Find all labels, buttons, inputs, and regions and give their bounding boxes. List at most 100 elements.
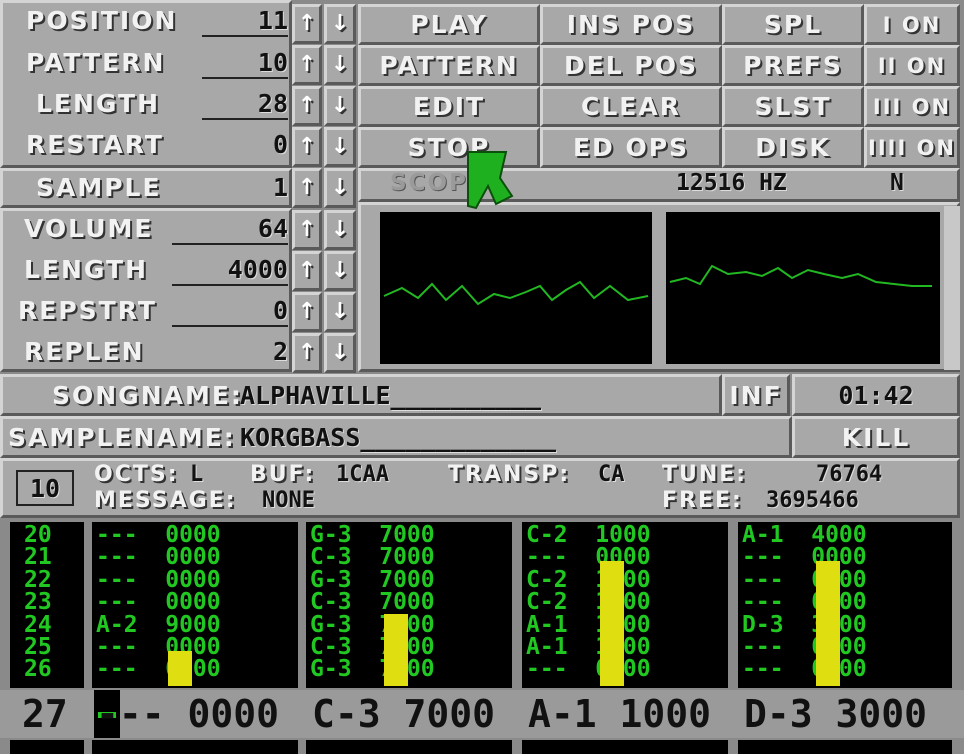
restart-value[interactable]: 0 [202, 130, 288, 159]
channel-1-track[interactable]: --- 0000 --- 0000 --- 0000 --- 0000 A-2 … [92, 522, 298, 688]
row-numbers: 20 21 22 23 24 25 26 [24, 522, 52, 683]
length-value[interactable]: 28 [202, 89, 288, 120]
spl-button[interactable]: SPL [722, 4, 864, 45]
pattern-button[interactable]: PATTERN [358, 45, 540, 86]
restart-up-arrow-icon[interactable]: ↑ [292, 127, 322, 167]
pattern-down-arrow-icon[interactable]: ↓ [324, 45, 356, 85]
scope-frequency: 12516 HZ [676, 170, 787, 196]
songname-label: SONGNAME: [52, 381, 243, 410]
current-row-number: 27 [22, 692, 68, 736]
current-row-ch1[interactable]: --- 0000 [96, 692, 279, 736]
repstrt-up-arrow-icon[interactable]: ↑ [292, 292, 322, 332]
replen-value[interactable]: 2 [172, 337, 288, 366]
replen-down-arrow-icon[interactable]: ↓ [324, 333, 356, 373]
samplename-field[interactable]: KORGBASS_____________ [240, 423, 556, 452]
sample-length-down-arrow-icon[interactable]: ↓ [324, 251, 356, 291]
position-down-arrow-icon[interactable]: ↓ [324, 4, 356, 44]
length-down-arrow-icon[interactable]: ↓ [324, 86, 356, 126]
channel-3-toggle[interactable]: III ON [864, 86, 960, 127]
channel-3-rows[interactable]: C-2 1000 --- 0000 C-2 1000 C-2 1000 A-1 … [522, 522, 728, 681]
current-row-ch4[interactable]: D-3 3000 [744, 692, 927, 736]
sample-down-arrow-icon[interactable]: ↓ [324, 168, 356, 208]
transp-label: TRANSP: [448, 462, 571, 487]
next-rows-strip [10, 740, 84, 754]
pointer-icon [467, 151, 514, 210]
row-number-column: 20 21 22 23 24 25 26 [10, 522, 84, 688]
buf-value: 1CAA [336, 462, 389, 487]
tune-label: TUNE: [662, 462, 748, 487]
replen-up-arrow-icon[interactable]: ↑ [292, 333, 322, 373]
current-row-ch2[interactable]: C-3 7000 [312, 692, 495, 736]
length-up-arrow-icon[interactable]: ↑ [292, 86, 322, 126]
ed-ops-button[interactable]: ED OPS [540, 127, 722, 168]
songname-field[interactable]: ALPHAVILLE__________ [240, 381, 541, 410]
volume-up-arrow-icon[interactable]: ↑ [292, 210, 322, 250]
scope-right [666, 212, 940, 364]
del-pos-button[interactable]: DEL POS [540, 45, 722, 86]
next-rows-ch3 [522, 740, 728, 754]
current-row-ch3[interactable]: A-1 1000 [528, 692, 711, 736]
octs-value: L [190, 462, 204, 487]
restart-label: RESTART [26, 130, 164, 159]
channel-2-rows[interactable]: G-3 7000 C-3 7000 G-3 7000 C-3 7000 G-3 … [306, 522, 512, 681]
clear-button[interactable]: CLEAR [540, 86, 722, 127]
next-rows-ch2 [306, 740, 512, 754]
sample-up-arrow-icon[interactable]: ↑ [292, 168, 322, 208]
channel-1-rows[interactable]: --- 0000 --- 0000 --- 0000 --- 0000 A-2 … [92, 522, 298, 681]
channel-1-vu-meter [168, 651, 192, 686]
message-value: NONE [262, 488, 315, 513]
octs-label: OCTS: [94, 462, 179, 487]
channel-2-toggle[interactable]: II ON [864, 45, 960, 86]
position-label: POSITION [26, 6, 178, 35]
channel-2-vu-meter [384, 614, 408, 686]
pattern-number-box: 10 [16, 470, 74, 506]
message-label: MESSAGE: [94, 488, 237, 513]
slst-button[interactable]: SLST [722, 86, 864, 127]
channel-2-track[interactable]: G-3 7000 C-3 7000 G-3 7000 C-3 7000 G-3 … [306, 522, 512, 688]
prefs-button[interactable]: PREFS [722, 45, 864, 86]
sample-value[interactable]: 1 [202, 173, 288, 202]
next-rows-ch1 [92, 740, 298, 754]
volume-label: VOLUME [24, 214, 154, 243]
waveform-right [669, 264, 932, 287]
scope-left [380, 212, 652, 364]
channel-4-track[interactable]: A-1 4000 --- 0000 --- 0000 --- 0000 D-3 … [738, 522, 952, 688]
position-up-arrow-icon[interactable]: ↑ [292, 4, 322, 44]
samplename-label: SAMPLENAME: [8, 423, 236, 452]
volume-value[interactable]: 64 [172, 214, 288, 245]
transp-value: CA [598, 462, 625, 487]
replen-label: REPLEN [24, 337, 145, 366]
waveform-left [383, 280, 649, 306]
sample-label: SAMPLE [36, 173, 162, 202]
channel-3-track[interactable]: C-2 1000 --- 0000 C-2 1000 C-2 1000 A-1 … [522, 522, 728, 688]
sample-length-up-arrow-icon[interactable]: ↑ [292, 251, 322, 291]
kill-button[interactable]: KILL [792, 416, 960, 458]
tune-value: 76764 [816, 462, 883, 487]
pattern-up-arrow-icon[interactable]: ↑ [292, 45, 322, 85]
play-button[interactable]: PLAY [358, 4, 540, 45]
ins-pos-button[interactable]: INS POS [540, 4, 722, 45]
sample-length-value[interactable]: 4000 [172, 255, 288, 286]
next-rows-ch4 [738, 740, 952, 754]
repstrt-down-arrow-icon[interactable]: ↓ [324, 292, 356, 332]
play-time: 01:42 [792, 374, 960, 416]
disk-button[interactable]: DISK [722, 127, 864, 168]
length-label: LENGTH [36, 89, 160, 118]
channel-3-vu-meter [600, 561, 624, 686]
buf-label: BUF: [250, 462, 316, 487]
restart-down-arrow-icon[interactable]: ↓ [324, 127, 356, 167]
channel-4-toggle[interactable]: IIII ON [864, 127, 960, 168]
repstrt-value[interactable]: 0 [172, 296, 288, 327]
pattern-label: PATTERN [26, 48, 166, 77]
channel-4-rows[interactable]: A-1 4000 --- 0000 --- 0000 --- 0000 D-3 … [738, 522, 952, 681]
edit-button[interactable]: EDIT [358, 86, 540, 127]
channel-1-toggle[interactable]: I ON [864, 4, 960, 45]
volume-down-arrow-icon[interactable]: ↓ [324, 210, 356, 250]
pattern-number: 10 [29, 474, 61, 503]
position-value[interactable]: 11 [202, 6, 288, 37]
repstrt-label: REPSTRT [18, 296, 157, 325]
pattern-value[interactable]: 10 [202, 48, 288, 79]
inf-button[interactable]: INF [722, 374, 790, 416]
scope-mode: N [890, 170, 904, 196]
channel-4-vu-meter [816, 561, 840, 686]
